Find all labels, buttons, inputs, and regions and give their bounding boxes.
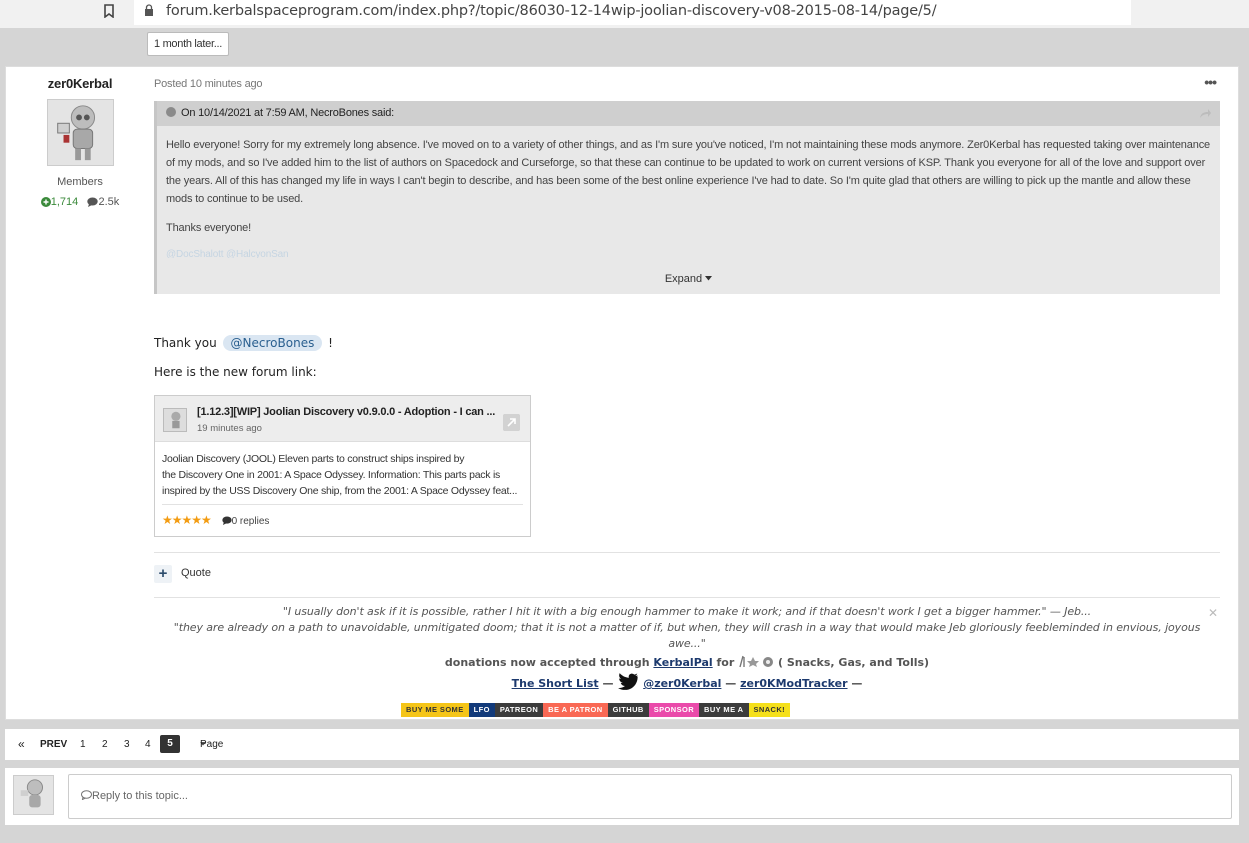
- quote-faded-mentions: @DocShalott @HalcyonSan: [166, 249, 289, 258]
- browser-address-bar: forum.kerbalspaceprogram.com/index.php?/…: [0, 0, 1249, 28]
- first-page-button[interactable]: «: [18, 729, 25, 760]
- page-link-4[interactable]: 4: [145, 729, 151, 760]
- donation-badge[interactable]: LFO: [468, 703, 495, 717]
- donations-suffix: ( Snacks, Gas, and Tolls): [777, 656, 930, 669]
- quote-label[interactable]: Quote: [181, 567, 211, 579]
- dash: —: [851, 677, 863, 690]
- short-list-link[interactable]: The Short List: [512, 677, 599, 690]
- external-link-icon[interactable]: [503, 414, 520, 431]
- time-gap-badge: 1 month later...: [147, 32, 229, 56]
- reputation-value: 1,714: [50, 196, 79, 208]
- forum-link-intro: Here is the new forum link:: [154, 365, 317, 379]
- post-count-value: 2.5k: [98, 196, 120, 208]
- dash: —: [602, 677, 614, 690]
- thanks-prefix: Thank you: [154, 336, 217, 350]
- prev-page-button[interactable]: PREV: [40, 729, 67, 760]
- chevron-down-icon[interactable]: [166, 107, 176, 117]
- divider: [154, 552, 1220, 553]
- reply-placeholder: Reply to this topic...: [92, 790, 188, 802]
- quote-paragraph: Thanks everyone!: [166, 222, 252, 234]
- comment-icon: [221, 516, 232, 525]
- comment-icon: [81, 790, 92, 801]
- donation-badge[interactable]: BUY ME SOME: [401, 703, 469, 717]
- dash: —: [725, 677, 737, 690]
- multiquote-plus-button[interactable]: +: [154, 565, 172, 583]
- page-link-1[interactable]: 1: [80, 729, 86, 760]
- reputation: 1,714: [40, 196, 82, 208]
- comment-icon: [87, 197, 99, 208]
- post-content: Thank you @NecroBones ! Here is the new …: [154, 335, 333, 379]
- embed-header: [1.12.3][WIP] Joolian Discovery v0.9.0.0…: [155, 396, 530, 442]
- embed-excerpt-line: inspired by the USS Discovery One ship, …: [162, 485, 518, 497]
- donations-for: for: [716, 656, 735, 669]
- donations-line: donations now accepted through KerbalPal…: [154, 655, 1220, 669]
- page-link-3[interactable]: 3: [124, 729, 130, 760]
- embed-footer: ★★★★★ 0 replies: [162, 504, 523, 527]
- post-timestamp[interactable]: Posted 10 minutes ago: [154, 78, 263, 90]
- fuel-icons: [739, 655, 774, 668]
- quote-button[interactable]: + Quote: [154, 565, 211, 583]
- star-rating: ★★★★★: [162, 513, 212, 527]
- embed-title[interactable]: [1.12.3][WIP] Joolian Discovery v0.9.0.0…: [197, 406, 495, 418]
- page-link-current[interactable]: 5: [160, 735, 180, 753]
- donation-badge[interactable]: BUY ME A: [699, 703, 749, 717]
- signature-quote: "I usually don't ask if it is possible, …: [282, 605, 1092, 618]
- signature-quote: "they are already on a path to unavoidab…: [173, 621, 1201, 650]
- plus-circle-icon: [40, 197, 51, 208]
- reply-count: 0 replies: [231, 516, 270, 527]
- thanks-line: Thank you @NecroBones !: [154, 335, 333, 351]
- lock-icon: [145, 4, 153, 16]
- modtracker-link[interactable]: zer0KModTracker: [740, 677, 847, 690]
- expand-label: Expand: [664, 273, 703, 285]
- reply-input[interactable]: Reply to this topic...: [68, 774, 1232, 819]
- quote-paragraph: Hello everyone! Sorry for my extremely l…: [166, 139, 1211, 205]
- forum-post: zer0Kerbal Members 1,714 2.5k Posted 10 …: [5, 66, 1239, 720]
- twitter-link[interactable]: @zer0Kerbal: [643, 677, 721, 690]
- twitter-icon[interactable]: [617, 673, 639, 691]
- page-link-2[interactable]: 2: [102, 729, 108, 760]
- topic-embed-card[interactable]: [1.12.3][WIP] Joolian Discovery v0.9.0.0…: [154, 395, 531, 537]
- author-avatar[interactable]: [46, 99, 114, 166]
- author-group: Members: [57, 176, 103, 188]
- signature: ✕ "I usually don't ask if it is possible…: [154, 604, 1220, 691]
- pagination: « PREV 1 2 3 4 5 Page 5 of 5: [5, 729, 1239, 812]
- expand-button[interactable]: Expand: [157, 273, 1220, 285]
- quote-citation[interactable]: On 10/14/2021 at 7:59 AM, NecroBones sai…: [157, 101, 1220, 126]
- url-text[interactable]: forum.kerbalspaceprogram.com/index.php?/…: [166, 3, 937, 19]
- embed-time: 19 minutes ago: [197, 423, 262, 434]
- embed-author-avatar: [163, 408, 187, 432]
- quoted-post: On 10/14/2021 at 7:59 AM, NecroBones sai…: [154, 101, 1220, 294]
- donation-badge[interactable]: PATREON: [494, 703, 544, 717]
- divider: [154, 597, 1220, 598]
- close-signature-icon[interactable]: ✕: [1208, 606, 1218, 620]
- current-user-avatar: [13, 775, 54, 815]
- author-name[interactable]: zer0Kerbal: [6, 76, 154, 91]
- embed-excerpt-line: the Discovery One in 2001: A Space Odyss…: [162, 469, 501, 481]
- reply-box: Reply to this topic...: [5, 768, 1239, 825]
- donation-badges: BUY ME SOME LFO PATREON BE A PATRON GITHUB SP…: [401, 703, 791, 717]
- kerbalpal-link[interactable]: KerbalPal: [653, 656, 712, 669]
- page-of-label: Page 5 of 5: [200, 739, 224, 812]
- caret-down-icon: [705, 276, 713, 281]
- author-stats: 1,714 2.5k: [6, 196, 154, 208]
- donation-badge[interactable]: SPONSOR: [648, 703, 700, 717]
- embed-excerpt: Joolian Discovery (JOOL) Eleven parts to…: [155, 442, 530, 504]
- links-line: The Short List — @zer0Kerbal — zer0KModT…: [154, 673, 1220, 691]
- user-mention[interactable]: @NecroBones: [222, 335, 323, 351]
- thanks-suffix: !: [328, 336, 333, 350]
- post-count: 2.5k: [87, 196, 119, 208]
- quote-body: Hello everyone! Sorry for my extremely l…: [157, 126, 1220, 258]
- quote-citation-text: On 10/14/2021 at 7:59 AM, NecroBones sai…: [181, 107, 394, 119]
- more-options-button[interactable]: •••: [1204, 74, 1217, 90]
- share-arrow-icon[interactable]: [1199, 108, 1212, 119]
- bookmark-icon[interactable]: [104, 4, 114, 18]
- donation-badge[interactable]: SNACK!: [748, 703, 791, 717]
- donation-badge[interactable]: GITHUB: [607, 703, 649, 717]
- embed-excerpt-line: Joolian Discovery (JOOL) Eleven parts to…: [162, 453, 465, 465]
- donation-badge[interactable]: BE A PATRON: [543, 703, 608, 717]
- donations-prefix: donations now accepted through: [444, 656, 650, 669]
- page-jump-dropdown[interactable]: Page 5 of 5: [200, 729, 223, 812]
- author-panel: zer0Kerbal Members 1,714 2.5k: [6, 67, 154, 208]
